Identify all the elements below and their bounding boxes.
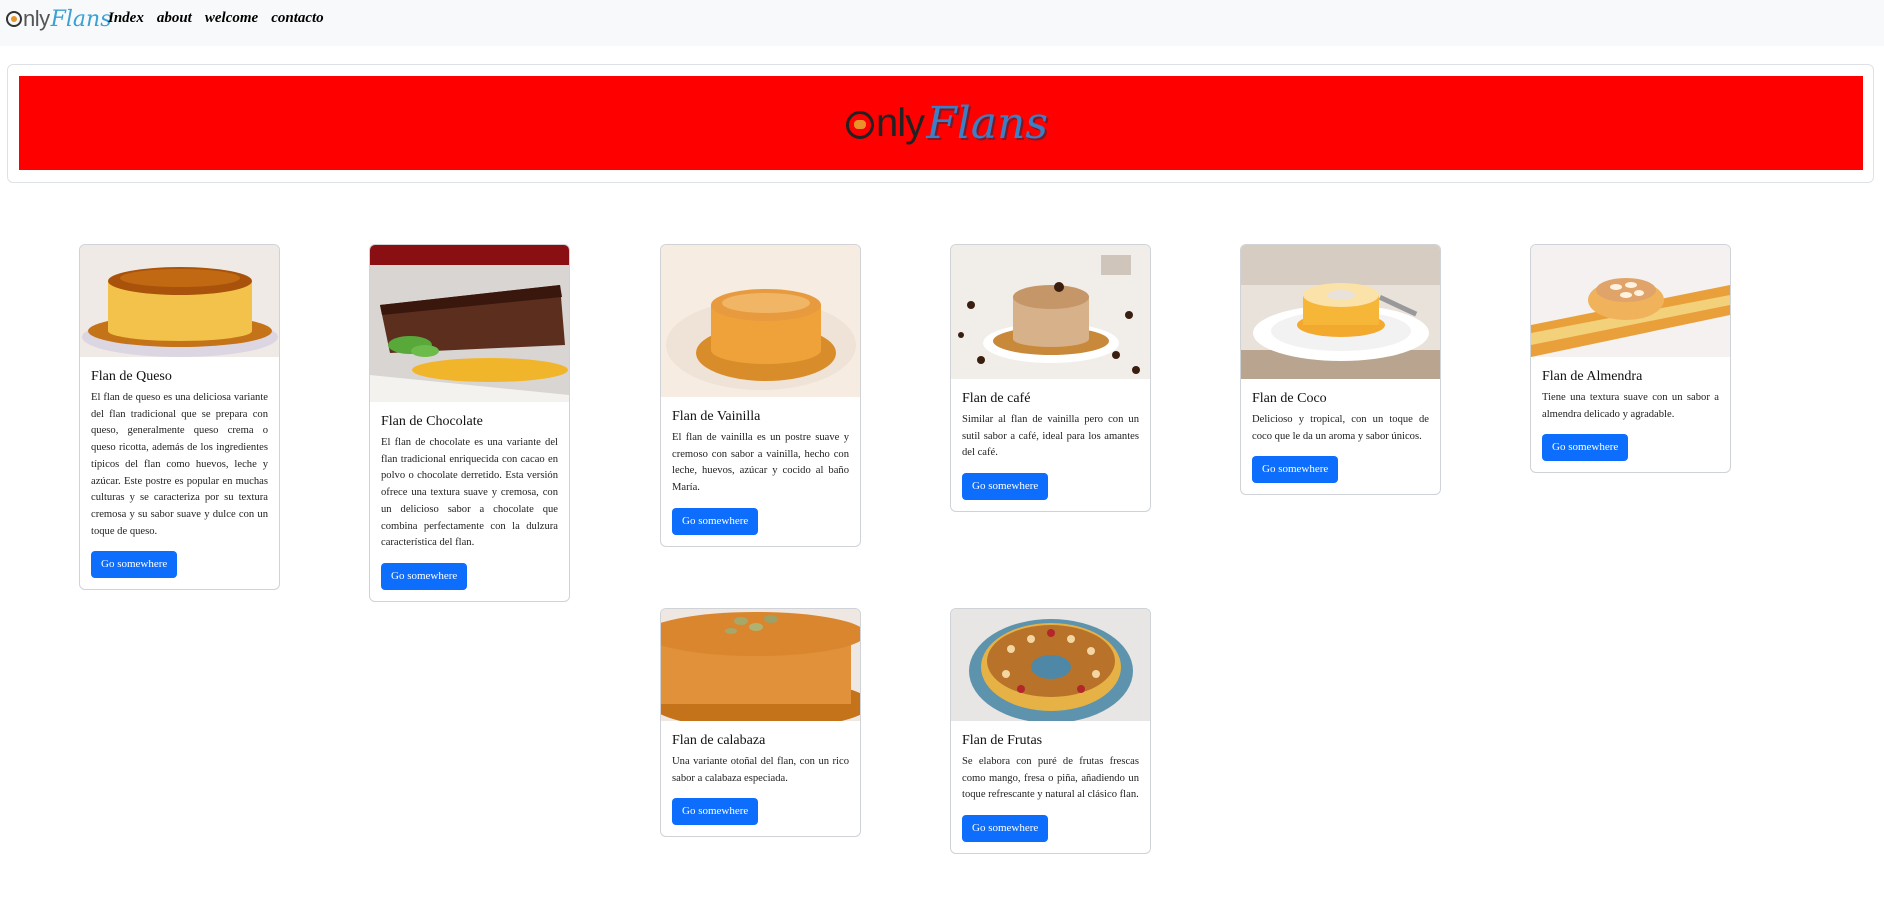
card-title: Flan de Frutas <box>962 733 1043 748</box>
brand-only-text: nly <box>23 6 50 31</box>
card-text: El flan de chocolate es una variante del… <box>381 437 558 549</box>
card-title: Flan de Queso <box>91 369 172 384</box>
nav-link-welcome[interactable]: welcome <box>205 10 258 27</box>
card-title: Flan de calabaza <box>672 733 766 748</box>
hero-logo-only: nly <box>876 100 925 145</box>
flan-o-icon <box>846 111 875 139</box>
go-somewhere-button[interactable]: Go somewhere <box>672 507 759 535</box>
hero-logo: nly Flans <box>846 98 1048 149</box>
card-text: El flan de queso es una deliciosa varian… <box>91 392 268 537</box>
card-title: Flan de Almendra <box>1542 369 1643 384</box>
hero-logo-flans: Flans <box>926 97 1048 149</box>
hero-banner: nly Flans <box>19 76 1863 170</box>
pumpkin-flan-image <box>661 609 860 721</box>
card-flan-de-frutas: Flan de Frutas Se elabora con puré de fr… <box>950 608 1151 855</box>
fruit-flan-image <box>951 609 1150 721</box>
nav-link-about[interactable]: about <box>157 10 192 27</box>
flan-o-icon <box>6 11 22 27</box>
nav-links: Index about welcome contacto <box>108 10 324 27</box>
card-text: Similar al flan de vainilla pero con un … <box>962 414 1139 459</box>
coffee-flan-image <box>951 245 1150 379</box>
card-text: Delicioso y tropical, con un toque de co… <box>1252 414 1429 442</box>
go-somewhere-button[interactable]: Go somewhere <box>962 815 1049 843</box>
card-text: El flan de vainilla es un postre suave y… <box>672 432 849 494</box>
card-flan-de-chocolate: Flan de Chocolate El flan de chocolate e… <box>369 244 570 602</box>
vanilla-flan-image <box>661 245 860 397</box>
card-flan-de-almendra: Flan de Almendra Tiene una textura suave… <box>1530 244 1731 474</box>
go-somewhere-button[interactable]: Go somewhere <box>1542 434 1629 462</box>
card-text: Se elabora con puré de frutas frescas co… <box>962 756 1139 801</box>
card-flan-de-calabaza: Flan de calabaza Una variante otoñal del… <box>660 608 861 838</box>
card-title: Flan de Chocolate <box>381 414 483 429</box>
almond-flan-image <box>1531 245 1730 357</box>
go-somewhere-button[interactable]: Go somewhere <box>381 562 468 590</box>
coconut-flan-image <box>1241 245 1440 379</box>
go-somewhere-button[interactable]: Go somewhere <box>672 798 759 826</box>
go-somewhere-button[interactable]: Go somewhere <box>91 551 178 579</box>
chocolate-flan-image <box>370 245 569 402</box>
card-flan-de-cafe: Flan de café Similar al flan de vainilla… <box>950 244 1151 513</box>
card-text: Una variante otoñal del flan, con un ric… <box>672 756 849 784</box>
card-text: Tiene una textura suave con un sabor a a… <box>1542 392 1719 420</box>
card-flan-de-queso: Flan de Queso El flan de queso es una de… <box>79 244 280 591</box>
nav-link-index[interactable]: Index <box>108 10 144 27</box>
brand-flans-text: Flans <box>50 6 112 32</box>
card-title: Flan de café <box>962 391 1031 406</box>
go-somewhere-button[interactable]: Go somewhere <box>962 473 1049 501</box>
card-flan-de-vainilla: Flan de Vainilla El flan de vainilla es … <box>660 244 861 547</box>
card-title: Flan de Coco <box>1252 391 1327 406</box>
cheese-flan-image <box>80 245 279 357</box>
navbar: nly Flans Index about welcome contacto <box>0 0 1884 46</box>
brand-logo[interactable]: nly Flans <box>6 6 112 32</box>
nav-link-contacto[interactable]: contacto <box>271 10 324 27</box>
go-somewhere-button[interactable]: Go somewhere <box>1252 456 1339 484</box>
card-flan-de-coco: Flan de Coco Delicioso y tropical, con u… <box>1240 244 1441 496</box>
brand-wordmark: nly <box>6 6 50 32</box>
card-title: Flan de Vainilla <box>672 409 761 424</box>
